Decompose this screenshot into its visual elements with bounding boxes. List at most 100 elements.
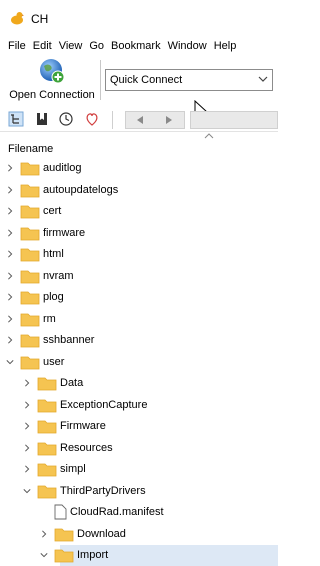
- folder-name: cert: [43, 205, 62, 217]
- folder-icon: [54, 549, 74, 563]
- folder-row[interactable]: Firmware: [0, 416, 278, 437]
- menu-window[interactable]: Window: [168, 37, 212, 55]
- menu-view[interactable]: View: [59, 37, 88, 55]
- open-connection-button[interactable]: Open Connection: [6, 56, 98, 104]
- folder-row[interactable]: cert: [0, 201, 278, 222]
- folder-icon: [20, 334, 40, 348]
- cyberduck-app-icon: [11, 12, 24, 25]
- outline-view-icon[interactable]: [8, 111, 24, 127]
- navigation-buttons: [125, 111, 185, 129]
- forward-arrow-icon[interactable]: [164, 115, 174, 125]
- folder-icon: [20, 313, 40, 326]
- folder-name: Import: [77, 549, 109, 561]
- folder-row[interactable]: user: [0, 352, 278, 373]
- menu-bar: File Edit View Go Bookmark Window Help: [0, 37, 278, 55]
- expand-chevron-down-icon[interactable]: [40, 550, 48, 560]
- folder-name: user: [43, 355, 65, 368]
- folder-row[interactable]: nvram: [0, 266, 278, 287]
- folder-row[interactable]: rm: [0, 309, 278, 330]
- expand-chevron-right-icon[interactable]: [23, 421, 31, 431]
- folder-row[interactable]: autoupdatelogs: [0, 180, 278, 201]
- folder-icon: [37, 399, 57, 412]
- expand-chevron-right-icon[interactable]: [6, 249, 14, 259]
- folder-icon: [37, 377, 57, 391]
- folder-row[interactable]: auditlog: [0, 158, 278, 179]
- expand-chevron-right-icon[interactable]: [23, 443, 31, 453]
- browser-toolbar: [0, 108, 278, 130]
- bonjour-icon[interactable]: [84, 111, 100, 127]
- toolbar: Open Connection Quick Connect: [0, 56, 278, 106]
- expand-chevron-right-icon[interactable]: [6, 292, 14, 302]
- globe-plus-icon: [40, 59, 65, 84]
- toolbar-separator: [112, 111, 113, 129]
- menu-edit[interactable]: Edit: [33, 37, 57, 55]
- folder-icon: [20, 291, 40, 305]
- chevron-down-icon: [258, 76, 268, 82]
- expand-chevron-right-icon[interactable]: [23, 464, 31, 474]
- expand-chevron-right-icon[interactable]: [6, 314, 14, 324]
- expand-chevron-right-icon[interactable]: [23, 400, 31, 410]
- title-bar: CH: [0, 0, 278, 34]
- back-arrow-icon[interactable]: [135, 115, 145, 125]
- expand-chevron-down-icon[interactable]: [23, 486, 31, 496]
- folder-name: ThirdPartyDrivers: [60, 484, 146, 497]
- column-header-filename[interactable]: Filename: [8, 143, 53, 155]
- menu-file[interactable]: File: [8, 37, 31, 55]
- menu-go[interactable]: Go: [89, 37, 109, 55]
- folder-name: ExceptionCapture: [60, 398, 148, 411]
- folder-row[interactable]: Download: [0, 524, 278, 545]
- folder-icon: [20, 227, 40, 240]
- folder-row[interactable]: Resources: [0, 438, 278, 459]
- open-connection-label: Open Connection: [9, 89, 95, 101]
- expand-chevron-right-icon[interactable]: [6, 335, 14, 345]
- folder-name: sshbanner: [43, 334, 95, 346]
- folder-row[interactable]: plog: [0, 287, 278, 308]
- quick-connect-value: Quick Connect: [110, 74, 183, 86]
- menu-help[interactable]: Help: [214, 37, 242, 55]
- folder-icon: [20, 356, 40, 369]
- folder-icon: [37, 485, 57, 498]
- folder-icon: [20, 270, 40, 283]
- folder-name: html: [43, 248, 64, 260]
- folder-name: Firmware: [60, 420, 106, 432]
- folder-name: autoupdatelogs: [43, 183, 119, 196]
- folder-name: firmware: [43, 226, 86, 239]
- folder-row[interactable]: sshbanner: [0, 330, 278, 351]
- folder-name: auditlog: [43, 162, 82, 174]
- expand-chevron-right-icon[interactable]: [6, 163, 14, 173]
- folder-name: nvram: [43, 269, 74, 282]
- expand-chevron-right-icon[interactable]: [40, 529, 48, 539]
- folder-row[interactable]: ExceptionCapture: [0, 395, 278, 416]
- path-dropdown[interactable]: [190, 111, 278, 129]
- file-row[interactable]: CloudRad.manifest: [0, 502, 278, 523]
- file-icon: [54, 504, 67, 520]
- folder-icon: [20, 162, 40, 176]
- menu-bookmark[interactable]: Bookmark: [111, 37, 166, 55]
- folder-row[interactable]: Data: [0, 373, 278, 394]
- folder-row[interactable]: simpl: [0, 459, 278, 480]
- bookmark-icon[interactable]: [34, 111, 50, 127]
- history-clock-icon[interactable]: [58, 111, 74, 127]
- file-name: CloudRad.manifest: [70, 506, 164, 518]
- quick-connect-dropdown[interactable]: Quick Connect: [105, 69, 273, 91]
- expand-chevron-right-icon[interactable]: [23, 378, 31, 388]
- folder-icon: [20, 205, 40, 219]
- folder-name: Resources: [60, 441, 113, 454]
- folder-icon: [37, 420, 57, 434]
- folder-row[interactable]: html: [0, 244, 278, 265]
- expand-chevron-right-icon[interactable]: [6, 206, 14, 216]
- folder-icon: [37, 442, 57, 455]
- expand-chevron-right-icon[interactable]: [6, 185, 14, 195]
- expand-chevron-right-icon[interactable]: [6, 271, 14, 281]
- folder-name: rm: [43, 312, 56, 325]
- folder-name: simpl: [60, 463, 86, 475]
- sort-ascending-icon[interactable]: [204, 133, 214, 139]
- expand-chevron-right-icon[interactable]: [6, 228, 14, 238]
- folder-name: plog: [43, 291, 64, 303]
- folder-row[interactable]: ThirdPartyDrivers: [0, 481, 278, 502]
- folder-row[interactable]: firmware: [0, 223, 278, 244]
- folder-row[interactable]: Import: [40, 545, 278, 566]
- header-divider: [0, 131, 278, 132]
- expand-chevron-down-icon[interactable]: [6, 357, 14, 367]
- folder-name: Download: [77, 527, 126, 540]
